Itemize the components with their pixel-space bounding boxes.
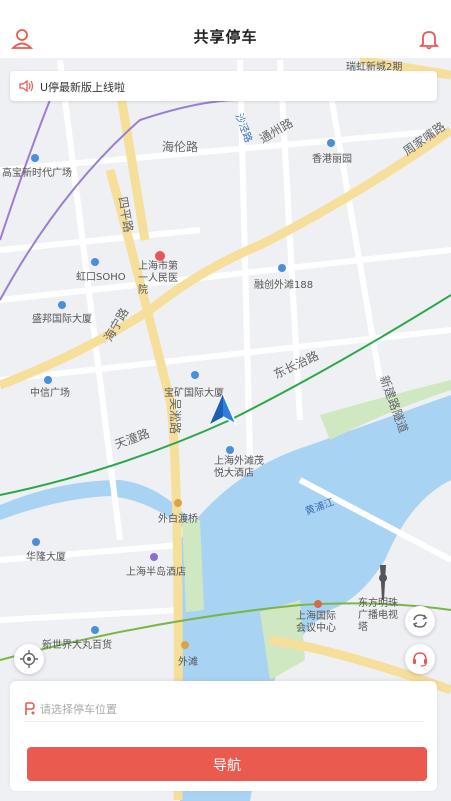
label-new-world: 新世界大丸百货	[42, 640, 112, 651]
refresh-icon	[412, 614, 428, 628]
locate-icon	[20, 650, 38, 668]
label-icc: 上海国际会议中心	[296, 611, 336, 634]
app-header: 共享停车	[0, 0, 451, 58]
label-hualong: 华隆大厦	[26, 552, 66, 563]
navigate-button[interactable]: 导航	[27, 747, 427, 781]
location-placeholder: 请选择停车位置	[40, 703, 117, 716]
label-shengbang: 盛邦国际大厦	[32, 314, 92, 325]
page-title: 共享停车	[193, 28, 258, 46]
label-pearl-tower: 东方明珠广播电视塔	[358, 598, 398, 633]
locate-button[interactable]	[14, 644, 44, 674]
customer-service-button[interactable]	[405, 644, 435, 674]
speaker-icon	[19, 79, 34, 93]
label-peninsula: 上海半岛酒店	[126, 567, 186, 578]
label-waibaidu: 外白渡桥	[158, 514, 198, 525]
label-first-hospital: 上海市第一人民医院	[138, 261, 178, 296]
label-wusong-road: 吴淞路	[168, 398, 182, 435]
refresh-button[interactable]	[405, 606, 435, 636]
bell-icon[interactable]	[418, 28, 440, 50]
label-rongchuang: 融创外滩188	[254, 280, 314, 291]
label-gaobao: 高宝新时代广场	[2, 168, 72, 179]
label-hongkong-garden: 香港丽园	[312, 154, 352, 165]
label-hongkou-soho: 虹口SOHO	[76, 272, 126, 283]
label-hailun-road: 海伦路	[162, 140, 199, 154]
notice-text: U停最新版上线啦	[40, 81, 126, 94]
navigation-arrow-icon	[208, 392, 238, 426]
headset-icon	[413, 652, 427, 667]
notice-bar[interactable]: U停最新版上线啦	[10, 71, 437, 101]
label-bund: 外滩	[178, 657, 198, 668]
label-zhongxin-plaza: 中信广场	[30, 388, 70, 399]
parking-pin-icon	[25, 702, 35, 715]
label-hyatt: 上海外滩茂悦大酒店	[214, 456, 264, 479]
bottom-panel: 请选择停车位置 导航	[10, 681, 437, 791]
parking-location-picker[interactable]: 请选择停车位置	[24, 699, 424, 722]
